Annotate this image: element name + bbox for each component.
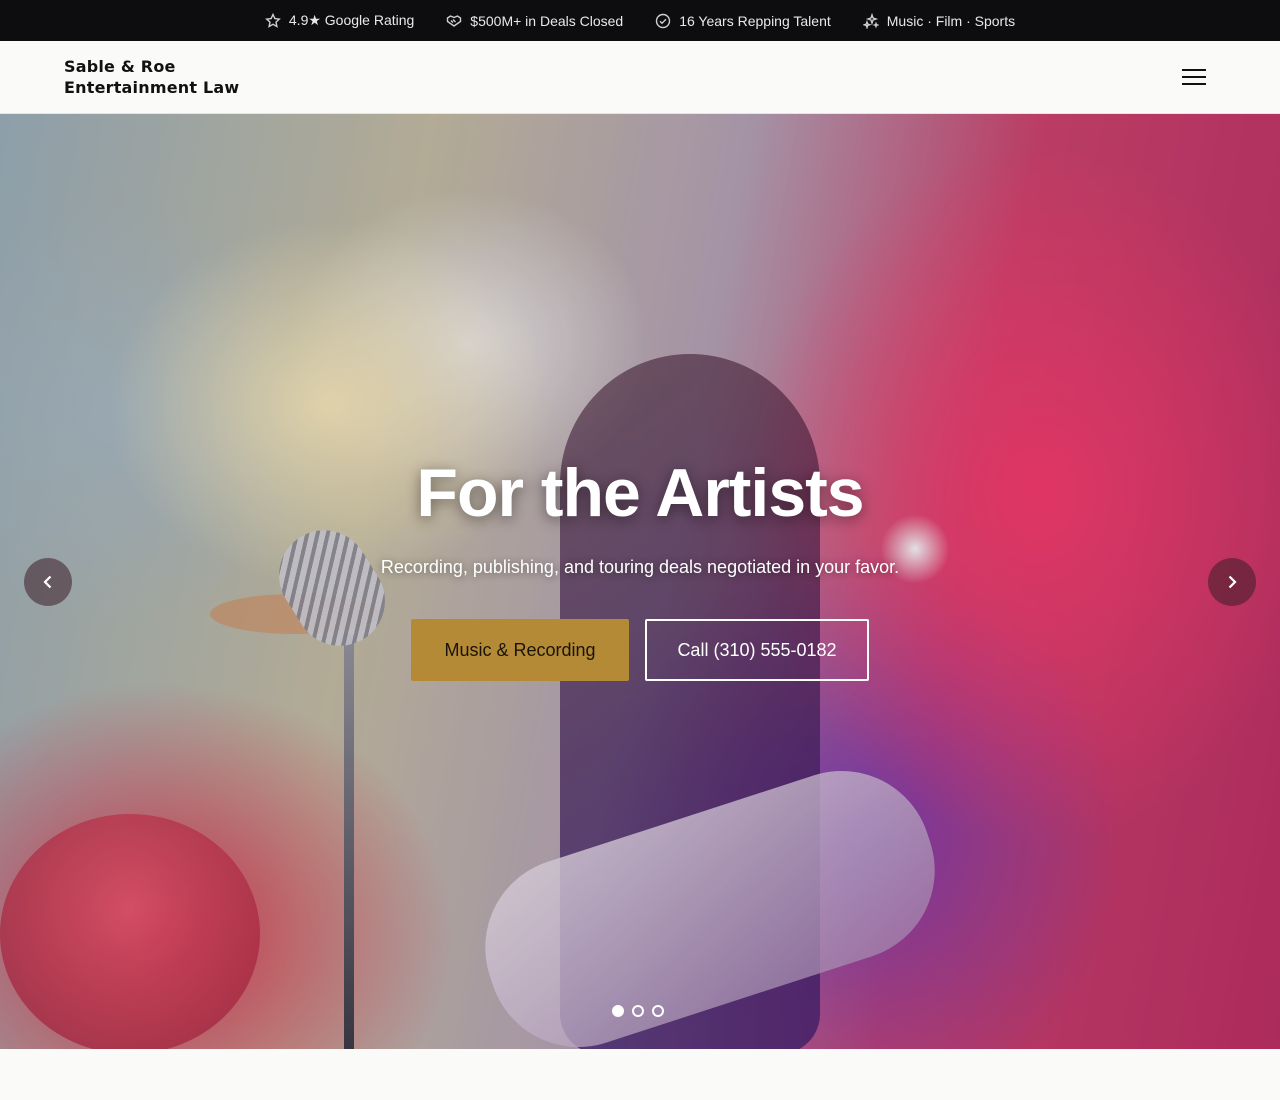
handshake-icon: [447, 14, 462, 27]
carousel-next-button[interactable]: [1208, 558, 1256, 606]
carousel-dots: [612, 1005, 664, 1017]
hero-carousel: For the Artists Recording, publishing, a…: [0, 114, 1280, 1049]
logo-line2: Entertainment Law: [64, 78, 240, 97]
star-icon: [264, 12, 281, 28]
trust-bar: 4.9★ Google Rating $500M+ in Deals Close…: [0, 0, 1280, 41]
trust-label: 4.9★ Google Rating: [288, 12, 415, 28]
chevron-right-icon: [1228, 575, 1237, 589]
carousel-dot-2[interactable]: [632, 1005, 644, 1017]
carousel-dot-1[interactable]: [612, 1005, 624, 1017]
chevron-left-icon: [43, 575, 52, 589]
site-header: Sable & Roe Entertainment Law: [0, 41, 1280, 114]
check-circle-icon: [656, 13, 671, 28]
trust-item-deals: $500M+ in Deals Closed: [446, 13, 623, 29]
hamburger-icon[interactable]: [1180, 67, 1208, 87]
trust-label: $500M+ in Deals Closed: [470, 12, 624, 29]
page-content-start: [0, 1049, 1280, 1100]
trust-label: 16 Years Repping Talent: [679, 12, 831, 29]
hero-subtitle: Recording, publishing, and touring deals…: [380, 557, 900, 577]
music-recording-button[interactable]: Music & Recording: [411, 619, 629, 681]
call-button[interactable]: Call (310) 555-0182: [645, 619, 869, 681]
trust-item-years: 16 Years Repping Talent: [655, 13, 831, 29]
carousel-dot-3[interactable]: [652, 1005, 664, 1017]
trust-item-rating: 4.9★ Google Rating: [264, 12, 415, 29]
trust-label: Music · Film · Sports: [886, 12, 1016, 29]
trust-item-industries: Music · Film · Sports: [862, 12, 1016, 29]
sparkles-icon: [862, 12, 879, 29]
logo-line1: Sable & Roe: [64, 57, 176, 76]
carousel-prev-button[interactable]: [24, 558, 72, 606]
logo[interactable]: Sable & Roe Entertainment Law: [64, 56, 239, 98]
hero-title: For the Artists: [416, 455, 864, 531]
hero-overlay: [0, 114, 1280, 1049]
